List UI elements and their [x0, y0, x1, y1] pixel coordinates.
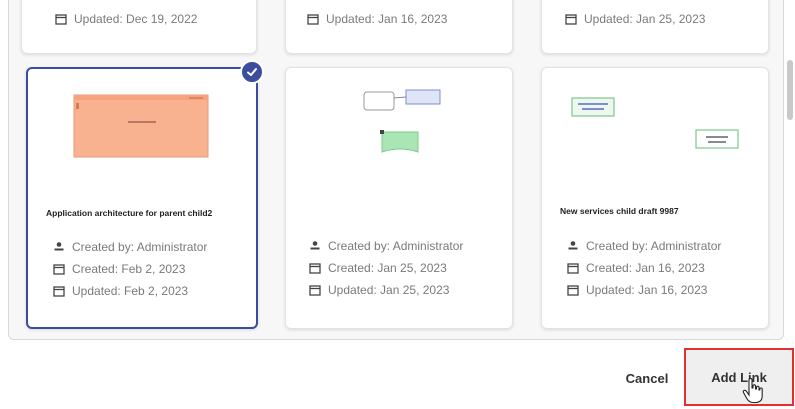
updated-text: Updated: Feb 2, 2023: [72, 284, 189, 298]
updated-text: Updated: Jan 16, 2023: [326, 12, 448, 26]
calendar-icon: [52, 284, 66, 298]
calendar-icon: [54, 12, 68, 26]
created-text: Created: Jan 25, 2023: [328, 261, 447, 275]
created-by-text: Created by: Administrator: [586, 239, 722, 253]
calendar-icon: [308, 261, 322, 275]
created-line: Created: Jan 25, 2023: [308, 258, 447, 278]
diagram-grid: Updated: Dec 19, 2022 Updated: Jan 16, 2…: [8, 0, 784, 340]
calendar-icon: [52, 262, 66, 276]
diagram-card-3[interactable]: New services child draft 9987 Created by…: [541, 67, 769, 329]
diagram-card-top-1[interactable]: Updated: Dec 19, 2022: [21, 0, 257, 54]
card-title: Application architecture for parent chil…: [46, 208, 213, 218]
updated-line: Updated: Jan 25, 2023: [308, 280, 449, 300]
created-line: Created: Feb 2, 2023: [52, 259, 185, 279]
updated-text: Updated: Jan 16, 2023: [586, 283, 708, 297]
scrollbar-thumb[interactable]: [787, 60, 793, 120]
updated-line: Updated: Feb 2, 2023: [52, 281, 188, 301]
person-icon: [308, 239, 322, 253]
created-by-line: Created by: Administrator: [308, 236, 463, 256]
diagram-thumbnail: [363, 89, 441, 153]
calendar-icon: [566, 261, 580, 275]
created-by-line: Created by: Administrator: [566, 236, 721, 256]
diagram-thumbnail: [73, 94, 209, 158]
diagram-card-top-2[interactable]: Updated: Jan 16, 2023: [285, 0, 513, 54]
created-by-text: Created by: Administrator: [328, 239, 464, 253]
created-by-text: Created by: Administrator: [72, 240, 208, 254]
calendar-icon: [566, 283, 580, 297]
created-text: Created: Feb 2, 2023: [72, 262, 186, 276]
person-icon: [566, 239, 580, 253]
calendar-icon: [564, 12, 578, 26]
created-text: Created: Jan 16, 2023: [586, 261, 705, 275]
add-link-button[interactable]: Add Link: [684, 348, 794, 406]
diagram-card-1[interactable]: Application architecture for parent chil…: [26, 67, 258, 329]
updated-text: Updated: Dec 19, 2022: [74, 12, 198, 26]
calendar-icon: [308, 283, 322, 297]
updated-text: Updated: Jan 25, 2023: [584, 12, 706, 26]
created-by-line: Created by: Administrator: [52, 237, 207, 257]
hand-cursor-icon: [742, 378, 763, 404]
created-line: Created: Jan 16, 2023: [566, 258, 705, 278]
updated-line: Updated: Jan 16, 2023: [566, 280, 707, 300]
person-icon: [52, 240, 66, 254]
add-link-dialog: Updated: Dec 19, 2022 Updated: Jan 16, 2…: [0, 0, 795, 409]
cancel-button[interactable]: Cancel: [606, 362, 688, 394]
diagram-card-2[interactable]: Created by: Administrator Created: Jan 2…: [285, 67, 513, 329]
updated-line: Updated: Dec 19, 2022: [54, 9, 197, 29]
updated-line: Updated: Jan 25, 2023: [564, 9, 705, 29]
updated-line: Updated: Jan 16, 2023: [306, 9, 447, 29]
card-title: New services child draft 9987: [560, 206, 679, 216]
updated-text: Updated: Jan 25, 2023: [328, 283, 450, 297]
selected-check-icon: [240, 60, 264, 84]
calendar-icon: [306, 12, 320, 26]
diagram-thumbnail: [571, 97, 739, 149]
diagram-card-top-3[interactable]: Updated: Jan 25, 2023: [541, 0, 769, 54]
